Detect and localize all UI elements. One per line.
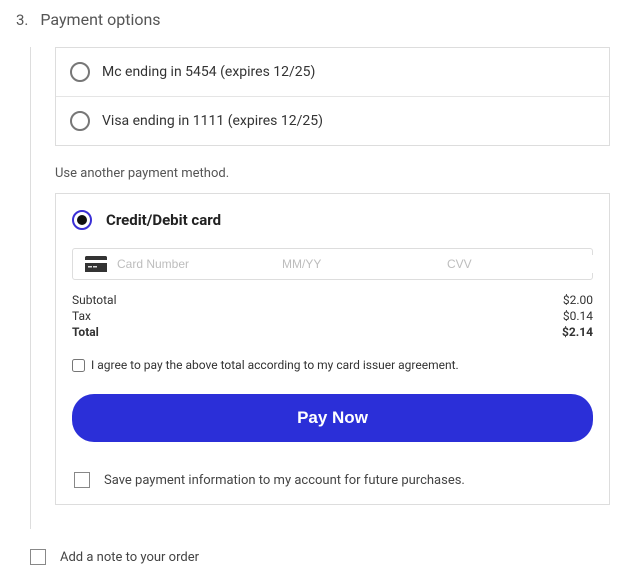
radio-icon — [70, 62, 90, 82]
total-row: Total $2.14 — [72, 324, 593, 340]
tax-row: Tax $0.14 — [72, 308, 593, 324]
subtotal-label: Subtotal — [72, 293, 117, 307]
cc-title: Credit/Debit card — [106, 211, 221, 229]
agree-label: I agree to pay the above total according… — [91, 358, 459, 372]
credit-card-panel: Credit/Debit card — [55, 193, 610, 505]
card-number-input[interactable] — [117, 255, 272, 273]
radio-icon — [70, 111, 90, 131]
saved-card-option-mc[interactable]: Mc ending in 5454 (expires 12/25) — [56, 48, 609, 97]
alt-payment-text: Use another payment method. — [55, 166, 610, 181]
saved-cards-list: Mc ending in 5454 (expires 12/25) Visa e… — [55, 47, 610, 146]
agree-checkbox-row[interactable]: I agree to pay the above total according… — [72, 358, 593, 372]
cc-option-row[interactable]: Credit/Debit card — [72, 210, 593, 230]
card-zip-input[interactable] — [612, 255, 620, 273]
saved-card-label: Visa ending in 1111 (expires 12/25) — [102, 113, 323, 129]
pay-now-button[interactable]: Pay Now — [72, 394, 593, 442]
total-label: Total — [72, 325, 99, 339]
save-payment-label: Save payment information to my account f… — [104, 473, 465, 488]
cc-input-row — [72, 248, 593, 280]
add-note-row[interactable]: Add a note to your order — [30, 549, 610, 565]
add-note-checkbox[interactable] — [30, 549, 46, 565]
saved-card-option-visa[interactable]: Visa ending in 1111 (expires 12/25) — [56, 97, 609, 145]
step-title: Payment options — [40, 10, 160, 29]
total-value: $2.14 — [562, 325, 593, 339]
agree-checkbox[interactable] — [72, 359, 85, 372]
tax-label: Tax — [72, 309, 91, 323]
tax-value: $0.14 — [563, 309, 593, 323]
section-header: 3. Payment options — [16, 10, 610, 29]
save-payment-checkbox[interactable] — [74, 472, 90, 488]
credit-card-icon — [85, 256, 107, 272]
card-cvv-input[interactable] — [447, 255, 602, 273]
step-number: 3. — [16, 11, 28, 29]
payment-section-body: Mc ending in 5454 (expires 12/25) Visa e… — [30, 47, 610, 529]
radio-icon — [72, 210, 92, 230]
add-note-label: Add a note to your order — [60, 550, 199, 565]
order-totals: Subtotal $2.00 Tax $0.14 Total $2.14 — [72, 292, 593, 340]
card-expiry-input[interactable] — [282, 255, 437, 273]
subtotal-row: Subtotal $2.00 — [72, 292, 593, 308]
save-payment-row[interactable]: Save payment information to my account f… — [72, 472, 593, 488]
saved-card-label: Mc ending in 5454 (expires 12/25) — [102, 64, 315, 80]
subtotal-value: $2.00 — [563, 293, 593, 307]
